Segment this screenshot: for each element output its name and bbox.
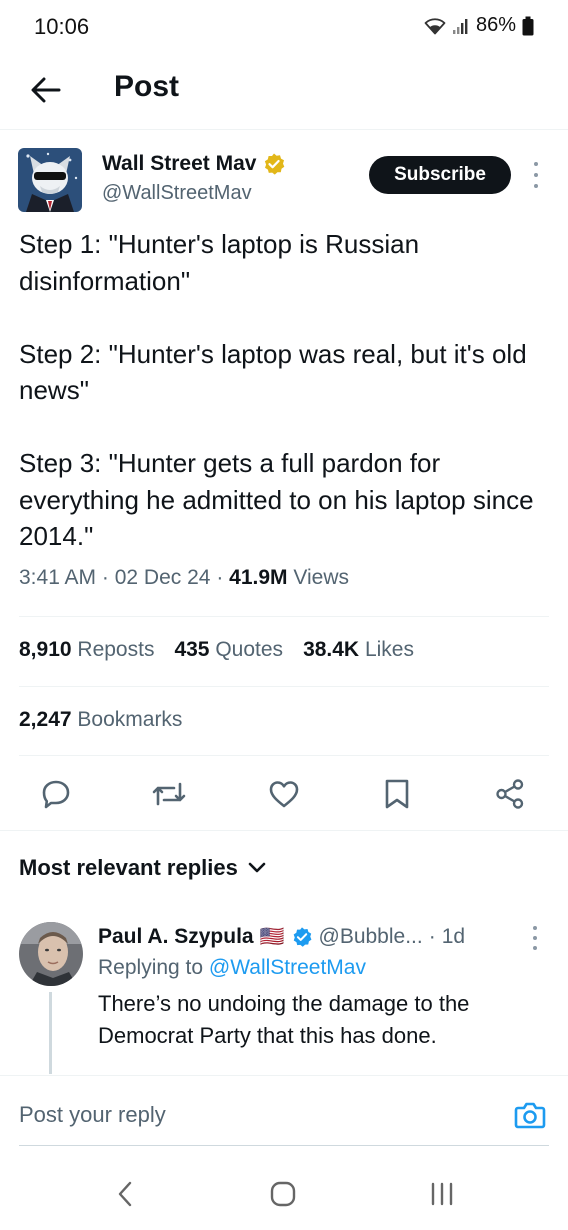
arrow-left-icon <box>31 77 61 103</box>
post-author: Wall Street Mav @WallStreetMav Subscribe <box>18 148 550 218</box>
bookmark-icon <box>385 779 409 809</box>
wifi-icon <box>424 17 446 34</box>
views-label: Views <box>293 566 349 589</box>
bookmark-stats: 2,247 Bookmarks <box>19 708 182 732</box>
system-home-button[interactable] <box>261 1174 305 1214</box>
page-header: Post <box>0 56 568 130</box>
reply-composer: Post your reply <box>0 1075 568 1147</box>
us-flag-icon: 🇺🇸 <box>259 926 285 948</box>
reposts-label: Reposts <box>77 638 155 661</box>
share-icon <box>496 779 524 809</box>
likes-stat[interactable]: 38.4K Likes <box>303 638 414 662</box>
reply-icon <box>42 780 70 809</box>
page-title: Post <box>114 70 180 103</box>
post-date[interactable]: 02 Dec 24 <box>115 566 211 589</box>
author-name-row: Wall Street Mav <box>102 152 286 176</box>
status-time: 10:06 <box>34 14 90 39</box>
subscribe-button[interactable]: Subscribe <box>369 156 511 194</box>
reply-item[interactable]: Paul A. Szypula 🇺🇸 @Bubble... · 1d Reply… <box>0 918 568 1078</box>
composer-underline <box>19 1145 549 1146</box>
replying-to-prefix: Replying to <box>98 956 204 979</box>
bookmarks-label: Bookmarks <box>77 708 183 731</box>
reply-author-name[interactable]: Paul A. Szypula <box>98 925 254 949</box>
battery-percent: 86% <box>475 14 516 36</box>
like-button[interactable] <box>260 770 308 818</box>
repost-button[interactable] <box>145 770 193 818</box>
system-back-button[interactable] <box>103 1174 147 1214</box>
meta-separator: · <box>216 566 230 589</box>
bookmarks-count: 2,247 <box>19 708 72 731</box>
blue-verified-badge-icon <box>293 926 311 947</box>
repost-icon <box>152 782 186 806</box>
bookmarks-stat[interactable]: 2,247 Bookmarks <box>19 708 182 732</box>
reply-text: There’s no undoing the damage to the Dem… <box>98 991 470 1048</box>
divider <box>19 616 549 617</box>
reply-avatar-image <box>19 922 83 986</box>
reply-author-handle[interactable]: @Bubble... <box>319 925 423 949</box>
action-bar <box>0 770 568 822</box>
camera-button[interactable] <box>512 1098 548 1132</box>
home-icon <box>270 1181 296 1207</box>
camera-icon <box>514 1102 546 1129</box>
battery-icon <box>522 16 534 35</box>
thread-line <box>49 992 52 1074</box>
meta-separator: · <box>101 566 115 589</box>
recents-icon <box>431 1182 453 1206</box>
reply-more-options-icon[interactable] <box>528 926 542 950</box>
gold-verified-badge-icon <box>265 153 285 175</box>
signal-icon <box>452 18 468 34</box>
replies-sort-label: Most relevant replies <box>19 855 238 880</box>
quotes-count: 435 <box>174 638 210 661</box>
chevron-left-icon <box>118 1181 132 1207</box>
back-button[interactable] <box>28 72 64 108</box>
reply-input[interactable]: Post your reply <box>19 1102 166 1128</box>
system-recents-button[interactable] <box>420 1174 464 1214</box>
divider <box>19 755 549 756</box>
likes-count: 38.4K <box>303 638 360 661</box>
reply-separator: · <box>428 924 436 948</box>
author-avatar[interactable] <box>18 148 82 212</box>
reposts-count: 8,910 <box>19 638 72 661</box>
reply-header: Paul A. Szypula 🇺🇸 @Bubble... · 1d <box>98 924 465 949</box>
replies-sort-dropdown[interactable]: Most relevant replies <box>19 855 266 881</box>
likes-label: Likes <box>364 638 414 661</box>
chevron-down-icon <box>248 862 266 873</box>
reply-button[interactable] <box>32 770 80 818</box>
system-nav-bar <box>0 1160 568 1230</box>
reply-avatar[interactable] <box>19 922 83 986</box>
post-text: Step 1: "Hunter's laptop is Russian disi… <box>19 229 534 551</box>
like-icon <box>269 781 299 808</box>
more-options-icon[interactable] <box>526 162 546 188</box>
share-button[interactable] <box>486 770 534 818</box>
divider <box>19 686 549 687</box>
reposts-stat[interactable]: 8,910 Reposts <box>19 638 154 662</box>
post-meta: 3:41 AM · 02 Dec 24 · 41.9M Views <box>19 566 349 590</box>
status-bar: 10:06 86% <box>0 0 568 56</box>
engagement-stats: 8,910 Reposts 435 Quotes 38.4K Likes <box>19 638 414 662</box>
reply-time: 1d <box>441 924 466 948</box>
quotes-stat[interactable]: 435 Quotes <box>174 638 283 662</box>
post-time[interactable]: 3:41 AM <box>19 566 96 589</box>
section-divider <box>0 830 568 831</box>
replying-to-handle-link[interactable]: @WallStreetMav <box>209 956 366 979</box>
status-icons: 86% <box>424 14 534 37</box>
author-handle[interactable]: @WallStreetMav <box>102 182 252 205</box>
author-name[interactable]: Wall Street Mav <box>102 152 256 176</box>
replying-to: Replying to @WallStreetMav <box>98 956 366 980</box>
bookmark-button[interactable] <box>373 770 421 818</box>
views-count: 41.9M <box>229 566 288 589</box>
quotes-label: Quotes <box>215 638 284 661</box>
wolf-avatar-image <box>18 148 82 212</box>
